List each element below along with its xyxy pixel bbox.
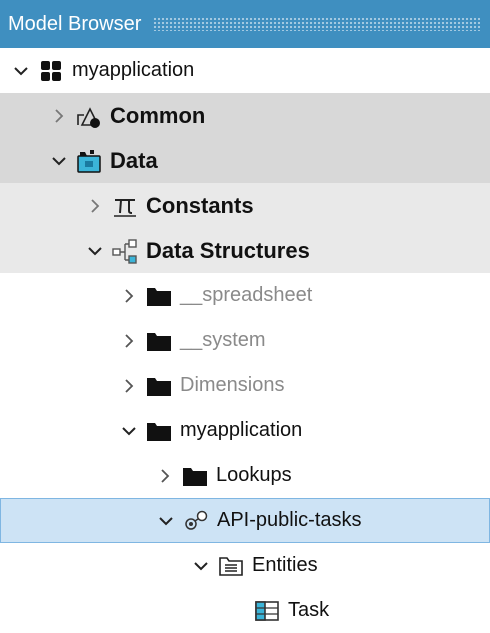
panel-title: Model Browser — [8, 12, 142, 35]
panel-title-bar[interactable]: Model Browser — [0, 0, 490, 48]
tree-item-lookups[interactable]: Lookups — [0, 453, 490, 498]
tree-item-label: myapplication — [72, 59, 195, 81]
folder-icon — [146, 418, 172, 444]
tree-item-label: __spreadsheet — [180, 284, 313, 306]
shapes-icon — [76, 103, 102, 129]
tree-item-data-structures[interactable]: Data Structures — [0, 228, 490, 273]
pi-icon — [112, 193, 138, 219]
model-browser-panel: Model Browser myapplication Common Data … — [0, 0, 490, 632]
data-folder-icon — [76, 148, 102, 174]
tree-item-constants[interactable]: Constants — [0, 183, 490, 228]
tree-item-label: Lookups — [216, 464, 292, 486]
chevron-down-icon[interactable] — [155, 510, 177, 532]
tree-item-task[interactable]: Task — [0, 588, 490, 633]
entity-table-icon — [254, 598, 280, 624]
chevron-down-icon[interactable] — [10, 60, 32, 82]
chevron-right-icon[interactable] — [118, 375, 140, 397]
chevron-right-icon[interactable] — [84, 195, 106, 217]
folder-icon — [146, 283, 172, 309]
folder-icon — [146, 373, 172, 399]
tree-item-label: Constants — [146, 192, 254, 218]
folder-icon — [146, 328, 172, 354]
tree-item-dimensions[interactable]: Dimensions — [0, 363, 490, 408]
chevron-down-icon[interactable] — [84, 240, 106, 262]
tree-item-label: Task — [288, 599, 330, 621]
tree-item-myapplication-folder[interactable]: myapplication — [0, 408, 490, 453]
chevron-right-icon[interactable] — [154, 465, 176, 487]
tree-item-entities[interactable]: Entities — [0, 543, 490, 588]
tree-item-label: Entities — [252, 554, 318, 576]
tree-item-system[interactable]: __system — [0, 318, 490, 363]
tree-item-myapplication-root[interactable]: myapplication — [0, 48, 490, 93]
chevron-down-icon[interactable] — [118, 420, 140, 442]
chevron-down-icon[interactable] — [48, 150, 70, 172]
tree-item-spreadsheet[interactable]: __spreadsheet — [0, 273, 490, 318]
tree-item-label: API-public-tasks — [217, 509, 362, 531]
tree-item-label: Common — [110, 102, 206, 128]
drag-grip[interactable] — [153, 17, 480, 31]
tree-item-label: Data Structures — [146, 237, 310, 263]
tree-item-data[interactable]: Data — [0, 138, 490, 183]
folder-icon — [182, 463, 208, 489]
tree-item-common[interactable]: Common — [0, 93, 490, 138]
api-icon — [183, 508, 209, 534]
tree-item-label: __system — [180, 329, 266, 351]
tree-item-label: Dimensions — [180, 374, 285, 396]
hierarchy-icon — [112, 238, 138, 264]
module-grid-icon — [38, 58, 64, 84]
tree-item-api-public-tasks[interactable]: API-public-tasks — [0, 498, 490, 543]
chevron-down-icon[interactable] — [190, 555, 212, 577]
chevron-right-icon[interactable] — [118, 330, 140, 352]
entities-folder-icon — [218, 553, 244, 579]
tree-item-label: myapplication — [180, 419, 303, 441]
tree-item-label: Data — [110, 147, 158, 173]
chevron-right-icon[interactable] — [48, 105, 70, 127]
chevron-right-icon[interactable] — [118, 285, 140, 307]
